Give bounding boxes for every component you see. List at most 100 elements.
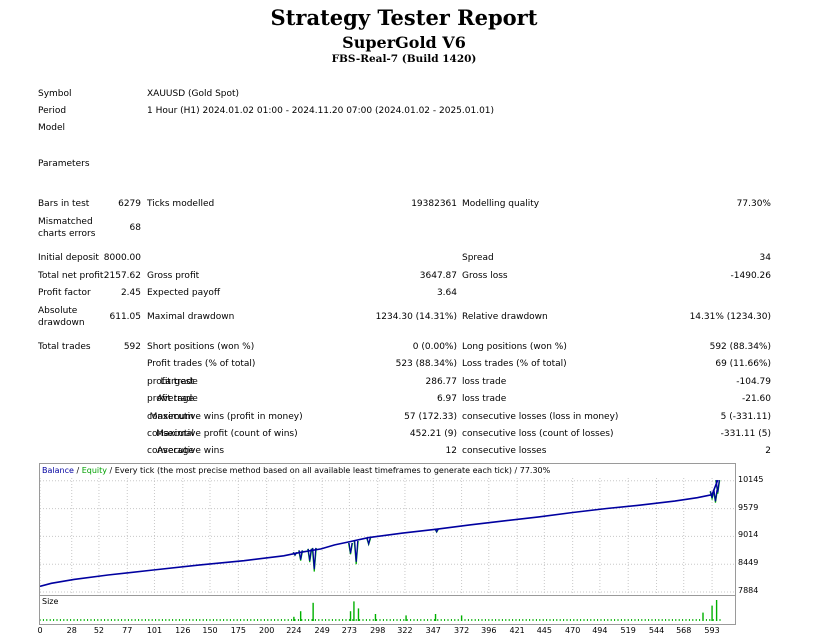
maximal-consecutive-profit-value: 452.21 (9) bbox=[409, 429, 457, 439]
balance-line bbox=[40, 479, 719, 588]
maximal-consecutive-profit-label: consecutive profit (count of wins) bbox=[147, 429, 298, 439]
legend-separator: / bbox=[73, 466, 82, 475]
average-loss-value: -21.60 bbox=[741, 394, 771, 404]
max-consecutive-losses-value: 5 (-331.11) bbox=[720, 412, 771, 422]
gross-loss-label: Gross loss bbox=[462, 271, 508, 281]
ticks-value: 19382361 bbox=[411, 199, 457, 209]
average-loss-label: loss trade bbox=[462, 394, 507, 404]
loss-trades-value: 69 (11.66%) bbox=[715, 359, 771, 369]
x-tick-label: 593 bbox=[704, 626, 720, 635]
model-label: Model bbox=[38, 123, 66, 133]
largest-loss-value: -104.79 bbox=[736, 377, 771, 387]
gross-profit-label: Gross profit bbox=[147, 271, 200, 281]
gross-profit-value: 3647.87 bbox=[419, 271, 457, 281]
period-label: Period bbox=[38, 106, 67, 116]
profit-trades-label: Profit trades (% of total) bbox=[147, 359, 256, 369]
symbol-label: Symbol bbox=[38, 89, 72, 99]
x-tick-label: 126 bbox=[175, 626, 191, 635]
quality-value: 77.30% bbox=[736, 199, 771, 209]
x-tick-label: 175 bbox=[230, 626, 246, 635]
legend-balance: Balance bbox=[42, 466, 74, 475]
legend-equity: Equity bbox=[81, 466, 107, 475]
x-tick-label: 0 bbox=[37, 626, 43, 635]
profit-trades-value: 523 (88.34%) bbox=[395, 359, 457, 369]
x-tick-label: 494 bbox=[592, 626, 608, 635]
size-chart-plot bbox=[40, 600, 721, 621]
chart-subtitle: / Every tick (the most precise method ba… bbox=[106, 466, 551, 475]
max-consecutive-wins-label: consecutive wins (profit in money) bbox=[147, 412, 303, 422]
mismatched-value: 68 bbox=[129, 223, 141, 233]
absolute-drawdown-label-2: drawdown bbox=[38, 318, 85, 328]
balance-chart-plot bbox=[40, 478, 735, 595]
y-tick-label: 8449 bbox=[738, 558, 759, 568]
x-tick-label: 322 bbox=[397, 626, 413, 635]
deposit-value: 8000.00 bbox=[103, 253, 141, 263]
spread-label: Spread bbox=[462, 253, 494, 263]
mismatched-label: Mismatched bbox=[38, 217, 93, 227]
maximal-consecutive-loss-value: -331.11 (5) bbox=[720, 429, 771, 439]
net-profit-value: 2157.62 bbox=[103, 271, 141, 281]
absolute-drawdown-value: 611.05 bbox=[109, 312, 142, 322]
largest-profit-value: 286.77 bbox=[425, 377, 458, 387]
y-tick-label: 9014 bbox=[738, 530, 759, 540]
profit-factor-value: 2.45 bbox=[120, 288, 141, 298]
report-title: Strategy Tester Report bbox=[270, 5, 538, 30]
short-positions-label: Short positions (won %) bbox=[147, 342, 255, 352]
x-tick-label: 249 bbox=[314, 626, 330, 635]
deposit-label: Initial deposit bbox=[38, 253, 99, 263]
largest-loss-label: loss trade bbox=[462, 377, 507, 387]
short-positions-value: 0 (0.00%) bbox=[412, 342, 457, 352]
total-trades-value: 592 bbox=[123, 342, 141, 352]
avg-consecutive-losses-value: 2 bbox=[765, 446, 771, 456]
average-profit-label: profit trade bbox=[147, 394, 198, 404]
x-tick-label: 224 bbox=[286, 626, 302, 635]
x-tick-label: 347 bbox=[425, 626, 441, 635]
bars-label: Bars in test bbox=[38, 199, 90, 209]
x-tick-label: 519 bbox=[620, 626, 636, 635]
gross-loss-value: -1490.26 bbox=[730, 271, 771, 281]
size-label: Size bbox=[42, 597, 59, 606]
profit-factor-label: Profit factor bbox=[38, 288, 91, 298]
max-consecutive-wins-value: 57 (172.33) bbox=[404, 412, 457, 422]
x-tick-label: 101 bbox=[146, 626, 163, 635]
avg-consecutive-wins-value: 12 bbox=[445, 446, 457, 456]
server-build: FBS-Real-7 (Build 1420) bbox=[331, 53, 477, 65]
y-tick-label: 10145 bbox=[738, 474, 764, 484]
largest-profit-label: profit trade bbox=[147, 377, 198, 387]
relative-drawdown-label: Relative drawdown bbox=[462, 312, 548, 322]
absolute-drawdown-label: Absolute bbox=[38, 306, 78, 316]
x-tick-label: 298 bbox=[370, 626, 386, 635]
ticks-label: Ticks modelled bbox=[147, 199, 215, 209]
long-positions-value: 592 (88.34%) bbox=[709, 342, 771, 352]
avg-consecutive-losses-label: consecutive losses bbox=[462, 446, 547, 456]
x-tick-label: 396 bbox=[481, 626, 497, 635]
quality-label: Modelling quality bbox=[462, 199, 540, 209]
average-profit-value: 6.97 bbox=[436, 394, 457, 404]
expected-payoff-value: 3.64 bbox=[436, 288, 457, 298]
maximal-drawdown-label: Maximal drawdown bbox=[147, 312, 235, 322]
x-tick-label: 150 bbox=[202, 626, 218, 635]
x-tick-label: 372 bbox=[453, 626, 470, 635]
x-tick-label: 200 bbox=[259, 626, 275, 635]
size-chart: Size bbox=[39, 595, 736, 625]
chart-legend: Balance / Equity / Every tick (the most … bbox=[42, 466, 550, 475]
expert-name: SuperGold V6 bbox=[342, 33, 466, 52]
avg-consecutive-wins-label: consecutive wins bbox=[147, 446, 225, 456]
net-profit-label: Total net profit bbox=[38, 271, 104, 281]
x-tick-label: 568 bbox=[676, 626, 692, 635]
maximal-drawdown-value: 1234.30 (14.31%) bbox=[375, 312, 457, 322]
spread-value: 34 bbox=[759, 253, 771, 263]
y-tick-label: 9579 bbox=[738, 502, 759, 512]
x-tick-label: 28 bbox=[66, 626, 77, 635]
x-tick-label: 273 bbox=[341, 626, 358, 635]
symbol-value: XAUUSD (Gold Spot) bbox=[147, 89, 240, 99]
y-tick-label: 7884 bbox=[738, 586, 759, 595]
expected-payoff-label: Expected payoff bbox=[147, 288, 221, 298]
maximal-consecutive-loss-label: consecutive loss (count of losses) bbox=[462, 429, 614, 439]
x-tick-label: 445 bbox=[536, 626, 552, 635]
loss-trades-label: Loss trades (% of total) bbox=[462, 359, 567, 369]
x-tick-label: 77 bbox=[122, 626, 133, 635]
x-tick-label: 470 bbox=[565, 626, 581, 635]
x-tick-label: 52 bbox=[93, 626, 105, 635]
period-value: 1 Hour (H1) 2024.01.02 01:00 - 2024.11.2… bbox=[147, 106, 495, 116]
